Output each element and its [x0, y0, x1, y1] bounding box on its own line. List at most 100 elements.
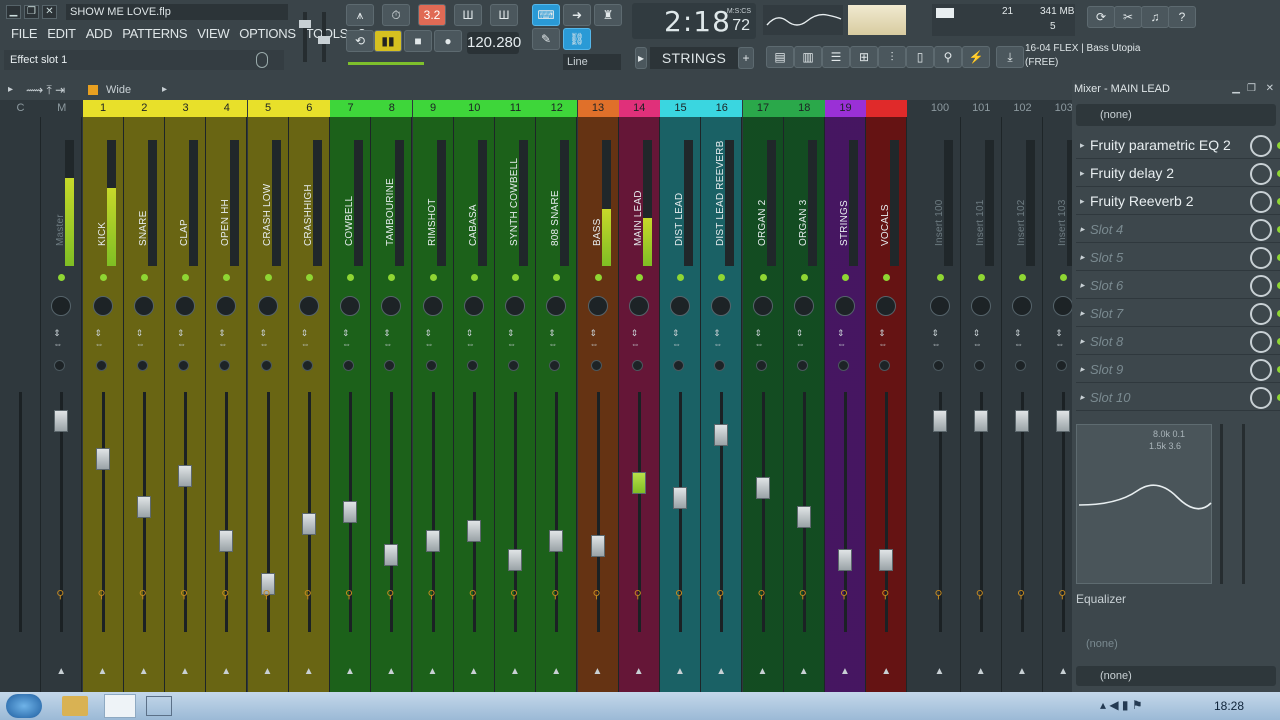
- mixer-strip-18[interactable]: 18 ORGAN 3 ⇕ ⇔ ⚲ ▲: [783, 100, 825, 692]
- strip-send-arrow-icon[interactable]: ▲: [716, 666, 726, 677]
- strip-record-arm-icon[interactable]: ⚲: [840, 588, 848, 601]
- slot-mix-knob[interactable]: [1250, 219, 1272, 241]
- strip-pan-knob[interactable]: [257, 296, 278, 316]
- strip-record-arm-icon[interactable]: ⚲: [881, 588, 889, 601]
- strip-route-arrows-icon[interactable]: ⇕ ⇔: [260, 328, 269, 349]
- strip-send-arrow-icon[interactable]: ▲: [840, 666, 850, 677]
- slot-mix-knob[interactable]: [1250, 163, 1272, 185]
- strip-record-arm-icon[interactable]: ⚲: [799, 588, 807, 601]
- mixer-strip-11[interactable]: 11 SYNTH COWBELL ⇕ ⇔ ⚲ ▲: [495, 100, 536, 692]
- strip-enable-led[interactable]: [635, 274, 643, 281]
- mixer-strip-101[interactable]: 101 Insert 101 ⇕ ⇔ ⚲ ▲: [960, 100, 1002, 692]
- pan-slider[interactable]: [1242, 424, 1245, 584]
- strip-enable-led[interactable]: [470, 274, 478, 281]
- strip-send-arrow-icon[interactable]: ▲: [935, 666, 945, 677]
- strip-send-arrow-icon[interactable]: ▲: [675, 666, 685, 677]
- strip-enable-led[interactable]: [264, 274, 272, 281]
- mixer-strip-6[interactable]: 6 CRASHHIGH ⇕ ⇔ ⚲ ▲: [288, 100, 330, 692]
- strip-route-arrows-icon[interactable]: ⇕ ⇔: [932, 328, 941, 349]
- strip-record-arm-icon[interactable]: ⚲: [593, 588, 601, 601]
- strip-send-arrow-icon[interactable]: ▲: [263, 666, 273, 677]
- slot-mix-knob[interactable]: [1250, 359, 1272, 381]
- strip-stereo-knob[interactable]: [714, 360, 726, 371]
- effect-slot-7[interactable]: ▸ Slot 7: [1076, 300, 1280, 327]
- wait-recording-icon[interactable]: ⏱: [382, 4, 410, 26]
- slot-arrow-icon[interactable]: ▸: [1080, 244, 1085, 271]
- mixer-strip-13[interactable]: 13 BASS ⇕ ⇔ ⚲ ▲: [577, 100, 619, 692]
- strip-pan-knob[interactable]: [929, 296, 950, 316]
- strip-send-arrow-icon[interactable]: ▲: [1017, 666, 1027, 677]
- strip-enable-led[interactable]: [388, 274, 396, 281]
- strip-pan-knob[interactable]: [92, 296, 113, 316]
- strip-volume-fader[interactable]: [136, 496, 151, 519]
- mixer-strip-8[interactable]: 8 TAMBOURINE ⇕ ⇔ ⚲ ▲: [371, 100, 413, 692]
- strip-record-arm-icon[interactable]: ⚲: [1017, 588, 1025, 601]
- strip-send-arrow-icon[interactable]: ▲: [221, 666, 231, 677]
- strip-send-arrow-icon[interactable]: ▲: [510, 666, 520, 677]
- strip-volume-fader[interactable]: [1056, 409, 1071, 432]
- strip-send-arrow-icon[interactable]: ▲: [56, 666, 66, 677]
- strip-record-arm-icon[interactable]: ⚲: [139, 588, 147, 601]
- metronome-icon[interactable]: ⩚: [346, 4, 374, 26]
- eq-display[interactable]: 8.0k 0.1 1.5k 3.6: [1076, 424, 1212, 584]
- refresh-icon[interactable]: ⟳: [1087, 6, 1115, 28]
- mixer-strip-14[interactable]: 14 MAIN LEAD ⇕ ⇔ ⚲ ▲: [618, 100, 660, 692]
- strip-record-arm-icon[interactable]: ⚲: [221, 588, 229, 601]
- slot-mix-knob[interactable]: [1250, 387, 1272, 409]
- strip-record-arm-icon[interactable]: ⚲: [976, 588, 984, 601]
- strip-pan-knob[interactable]: [711, 296, 732, 316]
- effect-slot-6[interactable]: ▸ Slot 6: [1076, 272, 1280, 299]
- strip-send-arrow-icon[interactable]: ▲: [593, 666, 603, 677]
- strip-volume-fader[interactable]: [973, 409, 988, 432]
- slot-arrow-icon[interactable]: ▸: [1080, 300, 1085, 327]
- mixer-strip-102[interactable]: 102 Insert 102 ⇕ ⇔ ⚲ ▲: [1002, 100, 1043, 692]
- close-button[interactable]: ✕: [42, 5, 57, 19]
- strip-enable-led[interactable]: [977, 274, 985, 281]
- mixer-strip-16[interactable]: 16 DIST LEAD REEVERB ⇕ ⇔ ⚲ ▲: [701, 100, 743, 692]
- tempo-display[interactable]: 120.280: [467, 32, 521, 54]
- strip-pan-knob[interactable]: [1053, 296, 1074, 316]
- volume-slider[interactable]: [1220, 424, 1223, 584]
- strip-record-arm-icon[interactable]: ⚲: [551, 588, 559, 601]
- strip-volume-fader[interactable]: [54, 409, 69, 432]
- strip-route-arrows-icon[interactable]: ⇕ ⇔: [507, 328, 516, 349]
- pattern-selector[interactable]: STRINGS: [650, 47, 738, 69]
- strip-record-arm-icon[interactable]: ⚲: [634, 588, 642, 601]
- strip-enable-led[interactable]: [677, 274, 684, 281]
- slot-arrow-icon[interactable]: ▸: [1080, 384, 1085, 411]
- strip-record-arm-icon[interactable]: ⚲: [469, 588, 477, 601]
- slot-arrow-icon[interactable]: ▸: [1080, 216, 1085, 243]
- pattern-prev-icon[interactable]: ▸: [635, 47, 647, 69]
- slot-arrow-icon[interactable]: ▸: [1080, 160, 1085, 187]
- strip-pan-knob[interactable]: [422, 296, 443, 316]
- record-button[interactable]: ●: [434, 30, 462, 52]
- playlist-icon[interactable]: ▤: [766, 46, 794, 68]
- strip-volume-fader[interactable]: [714, 424, 729, 447]
- strip-stereo-knob[interactable]: [631, 360, 643, 371]
- pause-button[interactable]: ▮▮: [374, 30, 402, 52]
- strip-record-arm-icon[interactable]: ⚲: [98, 588, 106, 601]
- strip-volume-fader[interactable]: [508, 549, 522, 571]
- strip-stereo-knob[interactable]: [54, 360, 66, 371]
- snap-selector[interactable]: Line: [563, 54, 621, 70]
- strip-pan-knob[interactable]: [133, 296, 154, 316]
- strip-send-arrow-icon[interactable]: ▲: [98, 666, 108, 677]
- strip-record-arm-icon[interactable]: ⚲: [56, 588, 64, 601]
- strip-route-arrows-icon[interactable]: ⇕ ⇔: [672, 328, 681, 349]
- effect-slot-9[interactable]: ▸ Slot 9: [1076, 356, 1280, 383]
- arrow-right-icon[interactable]: ➜: [563, 4, 591, 26]
- mixer-strip-5[interactable]: 5 CRASH LOW ⇕ ⇔ ⚲ ▲: [247, 100, 289, 692]
- minimize-button[interactable]: ▁: [6, 5, 21, 19]
- strip-volume-fader[interactable]: [384, 544, 399, 567]
- slot-arrow-icon[interactable]: ▸: [1080, 188, 1085, 215]
- mixer-strip-7[interactable]: 7 COWBELL ⇕ ⇔ ⚲ ▲: [330, 100, 371, 692]
- menu-add[interactable]: ADD: [81, 26, 118, 42]
- strip-send-arrow-icon[interactable]: ▲: [1058, 666, 1068, 677]
- strip-enable-led[interactable]: [759, 274, 767, 281]
- scissors-icon[interactable]: ✂: [1114, 6, 1142, 28]
- strip-send-arrow-icon[interactable]: ▲: [428, 666, 438, 677]
- strip-stereo-knob[interactable]: [1056, 360, 1068, 371]
- stamp-icon[interactable]: ♜: [594, 4, 622, 26]
- expand-icon[interactable]: ▸: [162, 80, 167, 100]
- tuner-icon[interactable]: ⚡: [962, 46, 990, 68]
